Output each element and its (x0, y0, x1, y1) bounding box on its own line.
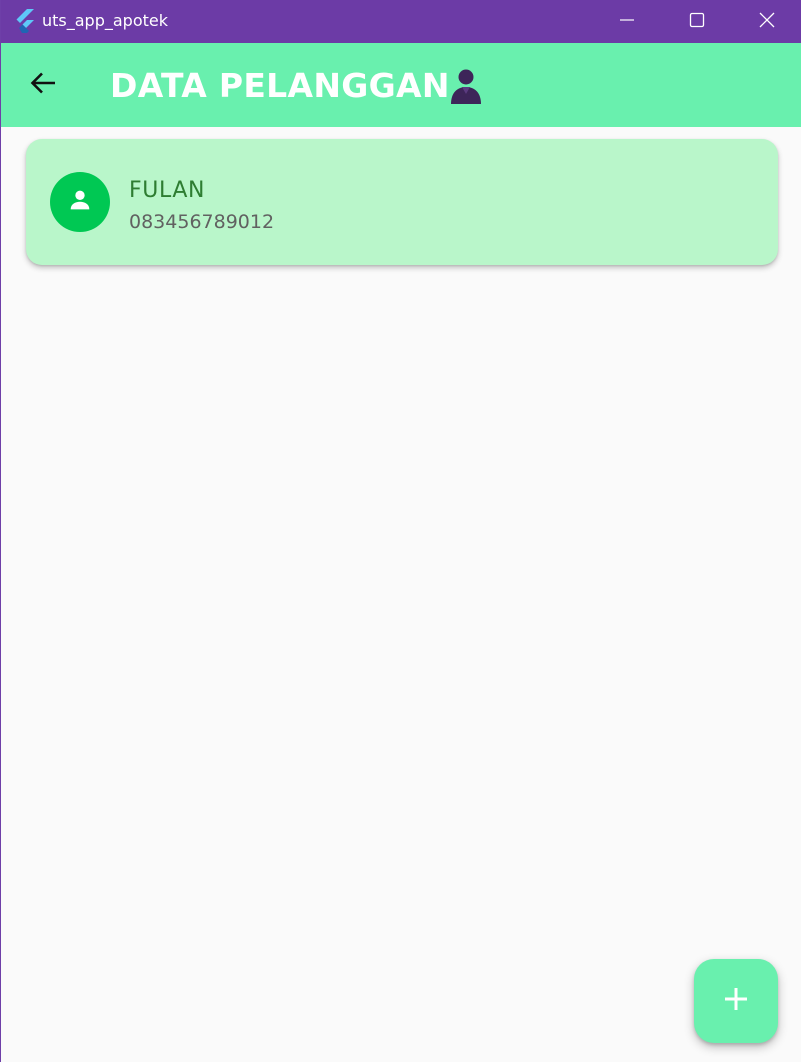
arrow-back-icon (30, 72, 56, 98)
window-title: uts_app_apotek (42, 11, 168, 30)
flutter-logo-icon (15, 9, 35, 33)
minimize-button[interactable] (592, 0, 662, 43)
close-button[interactable] (732, 0, 801, 43)
customer-card[interactable]: FULAN 083456789012 (26, 139, 778, 265)
title-bar: uts_app_apotek (1, 0, 801, 43)
maximize-icon (689, 12, 705, 32)
person-emoji-icon (447, 67, 485, 105)
add-customer-button[interactable] (694, 959, 778, 1043)
app-bar: DATA PELANGGAN (1, 43, 801, 127)
close-icon (759, 12, 775, 32)
customer-phone: 083456789012 (129, 211, 275, 233)
back-button[interactable] (19, 63, 67, 107)
add-icon (723, 986, 749, 1016)
page-title: DATA PELANGGAN (110, 66, 450, 105)
minimize-icon (619, 12, 635, 32)
person-icon (66, 186, 94, 218)
customer-name: FULAN (129, 178, 206, 203)
app-window: uts_app_apotek DATA PELANGGAN FULAN 0834… (0, 0, 801, 1062)
maximize-button[interactable] (662, 0, 732, 43)
avatar (50, 172, 110, 232)
